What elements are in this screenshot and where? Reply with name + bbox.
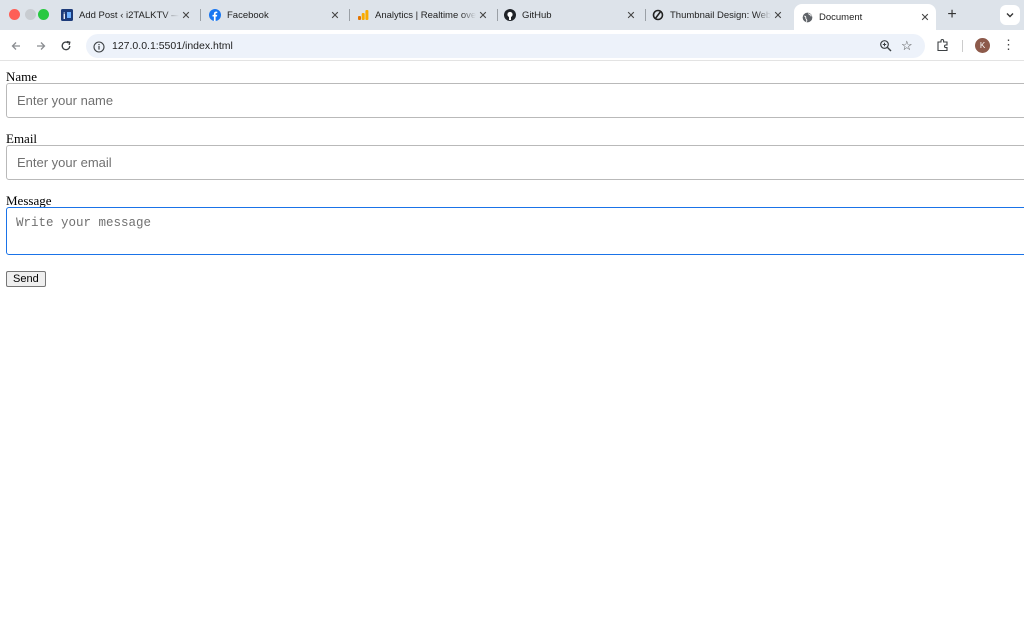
new-tab-button[interactable]: + [945,6,959,24]
forward-button[interactable] [33,38,49,54]
tab-divider [200,9,201,21]
tab-strip: i Add Post ‹ i2TALKTV — ✕ Facebook ✕ Ana… [0,0,1024,30]
tab-search-button[interactable] [1000,5,1020,25]
address-bar[interactable]: 127.0.0.1:5501/index.html ☆ [86,34,925,58]
tab-close-icon[interactable]: ✕ [918,11,932,24]
thumbnail-icon [652,9,664,21]
send-button[interactable]: Send [6,271,46,287]
site-info-icon[interactable] [93,40,105,53]
facebook-icon [209,9,221,21]
puzzle-icon [937,39,948,52]
tab-title: Document [819,11,863,23]
tab-close-icon[interactable]: ✕ [771,9,785,22]
tab-title: Analytics | Realtime over [375,9,476,21]
page-content: Name Email Message Send [0,62,1024,640]
tab-thumbnail-design[interactable]: Thumbnail Design: Web ✕ [652,0,785,30]
back-button[interactable] [8,38,24,54]
toolbar-divider [962,40,963,52]
tab-divider [645,9,646,21]
chevron-down-icon [1006,13,1014,18]
reload-button[interactable] [58,38,74,54]
tab-add-post[interactable]: i Add Post ‹ i2TALKTV — ✕ [61,0,193,30]
svg-text:i: i [63,11,66,21]
name-input[interactable] [6,83,1024,118]
profile-avatar[interactable]: K [975,38,990,53]
tab-analytics[interactable]: Analytics | Realtime over ✕ [357,0,490,30]
message-textarea[interactable] [6,207,1024,255]
minimize-window-button[interactable] [25,9,36,20]
tab-title: Thumbnail Design: Web [670,9,771,21]
extensions-button[interactable] [936,38,950,57]
bookmark-star-icon[interactable]: ☆ [901,38,913,54]
arrow-right-icon [37,42,46,50]
tab-close-icon[interactable]: ✕ [179,9,193,22]
arrow-left-icon [11,42,20,50]
tab-title: Facebook [227,9,269,21]
reload-icon [61,40,71,51]
analytics-icon [357,9,369,21]
tab-document[interactable]: Document ✕ [794,4,936,30]
zoom-icon[interactable] [879,39,893,53]
url-text[interactable]: 127.0.0.1:5501/index.html [112,40,233,52]
globe-icon [801,11,813,23]
tab-close-icon[interactable]: ✕ [624,9,638,22]
tab-title: Add Post ‹ i2TALKTV — [79,9,179,21]
tab-title: GitHub [522,9,552,21]
tab-close-icon[interactable]: ✕ [328,9,342,22]
github-icon [504,9,516,21]
i2talktv-icon: i [61,9,73,21]
close-window-button[interactable] [9,9,20,20]
menu-kebab-icon[interactable]: ⋮ [1002,37,1015,53]
tab-facebook[interactable]: Facebook ✕ [209,0,342,30]
tab-divider [497,9,498,21]
tab-divider [349,9,350,21]
maximize-window-button[interactable] [38,9,49,20]
browser-toolbar: 127.0.0.1:5501/index.html ☆ [0,30,1024,61]
email-input[interactable] [6,145,1024,180]
tab-github[interactable]: GitHub ✕ [504,0,638,30]
tab-close-icon[interactable]: ✕ [476,9,490,22]
